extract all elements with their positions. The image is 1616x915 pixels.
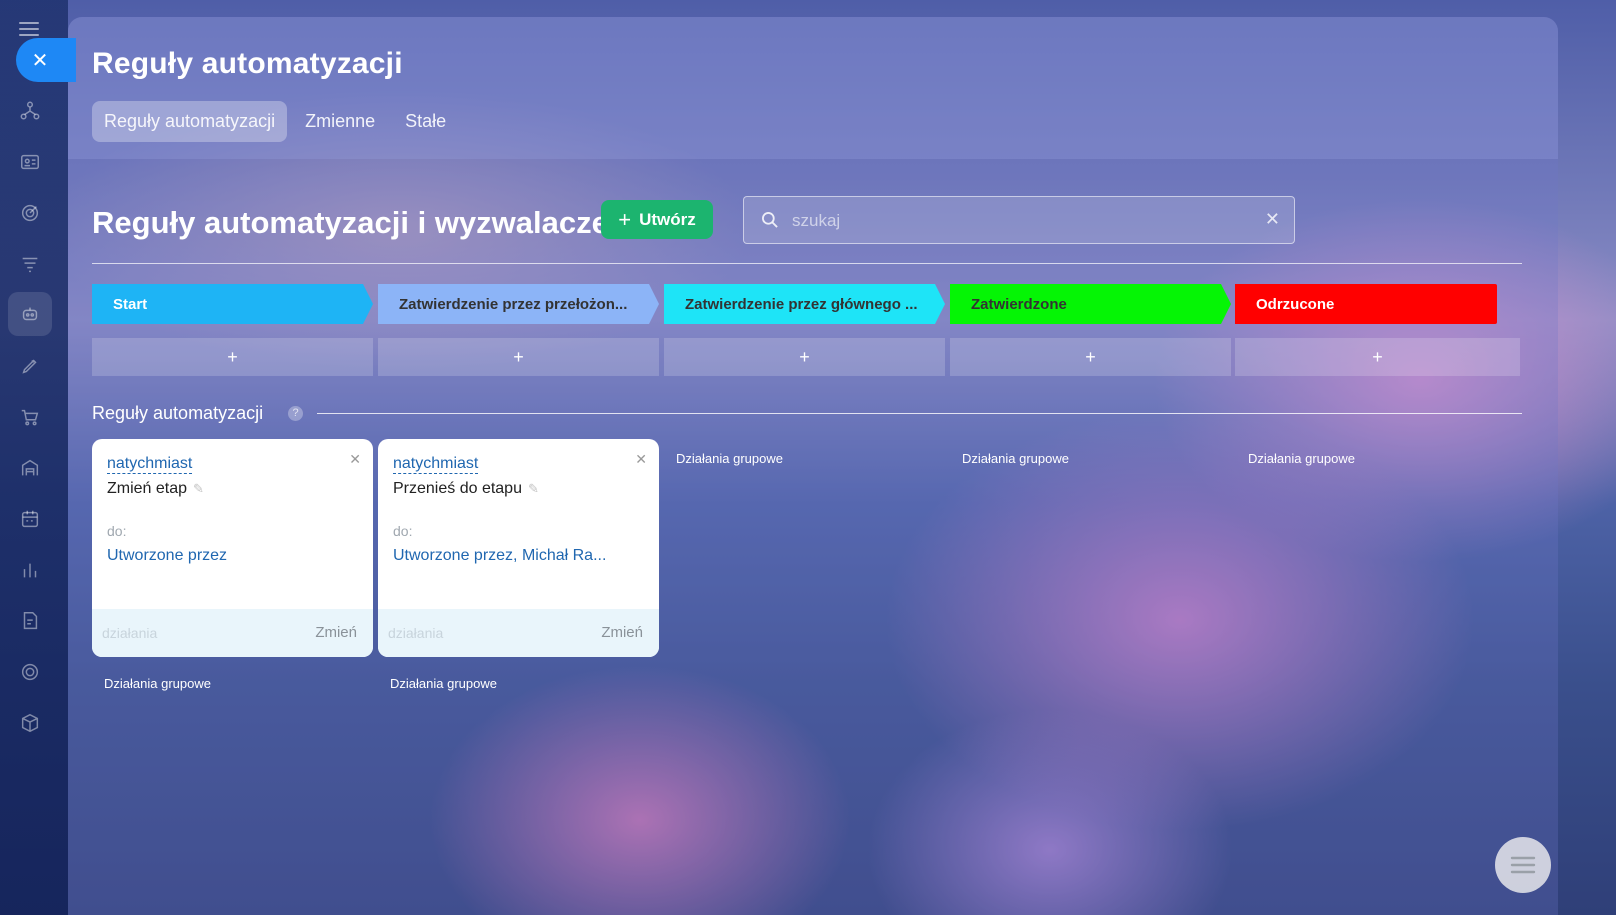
document-edit-icon[interactable] (14, 605, 46, 637)
group-actions-link[interactable]: Działania grupowe (676, 451, 783, 466)
pencil-icon[interactable]: ✎ (528, 481, 539, 496)
pencil-icon[interactable]: ✎ (193, 481, 204, 496)
search-input[interactable]: szukaj ✕ (743, 196, 1295, 244)
help-icon[interactable]: ? (288, 406, 303, 421)
tab-automation-rules[interactable]: Reguły automatyzacji (92, 101, 288, 142)
list-menu-button[interactable] (1495, 837, 1551, 893)
cart-icon[interactable] (14, 401, 46, 433)
group-actions-link[interactable]: Działania grupowe (962, 451, 1069, 466)
stage-chief-approval: Zatwierdzenie przez głównego ... (664, 284, 945, 324)
list-icon (1510, 856, 1536, 874)
search-icon (762, 212, 778, 228)
add-trigger-button[interactable]: + (92, 338, 373, 376)
rule-actions-label: działania (388, 625, 444, 641)
stage-start: Start (92, 284, 373, 324)
rule-trigger-link[interactable]: natychmiast (107, 455, 193, 474)
rule-action-name: Przenieś do etapu ✎ (393, 480, 539, 498)
rule-card[interactable]: natychmiast ✕ Przenieś do etapu ✎ do: Utw… (378, 439, 659, 657)
robot-icon[interactable] (8, 292, 52, 336)
bar-chart-icon[interactable] (14, 554, 46, 586)
left-sidebar (0, 0, 68, 915)
stage-rejected: Odrzucone (1235, 284, 1497, 324)
funnel-icon[interactable] (14, 248, 46, 280)
rule-action-label: Zmień etap (107, 480, 188, 497)
stage-supervisor-approval: Zatwierdzenie przez przełożon... (378, 284, 659, 324)
delete-rule-icon[interactable]: ✕ (635, 451, 647, 468)
calendar-icon[interactable] (14, 503, 46, 535)
rule-card[interactable]: natychmiast ✕ Zmień etap ✎ do: Utworzone … (92, 439, 373, 657)
rule-change-button[interactable]: Zmień (601, 624, 643, 641)
rule-to-label: do: (393, 523, 413, 539)
target-icon[interactable] (14, 197, 46, 229)
rule-trigger-link[interactable]: natychmiast (393, 455, 479, 474)
rule-to-value[interactable]: Utworzone przez (107, 547, 357, 565)
rule-action-name: Zmień etap ✎ (107, 480, 204, 498)
rule-actions-label: działania (102, 625, 158, 641)
menu-icon[interactable] (19, 22, 39, 36)
rule-card-footer: działania Zmień (378, 609, 659, 657)
clear-search-icon[interactable]: ✕ (1265, 209, 1280, 230)
panel-header: Reguły automatyzacji Reguły automatyzacj… (68, 17, 1558, 159)
create-button[interactable]: + Utwórz (601, 200, 713, 239)
circle-icon[interactable] (14, 656, 46, 688)
tabs: Reguły automatyzacji Zmienne Stałe (92, 101, 1534, 142)
workflow-icon[interactable] (14, 95, 46, 127)
rule-to-label: do: (107, 523, 127, 539)
box-icon[interactable] (14, 707, 46, 739)
page-title: Reguły automatyzacji (92, 47, 403, 80)
close-slider-button[interactable]: ✕ (16, 38, 76, 82)
plus-icon: + (618, 206, 632, 232)
contact-card-icon[interactable] (14, 146, 46, 178)
rules-title: Reguły automatyzacji (92, 403, 264, 423)
group-actions-link[interactable]: Działania grupowe (390, 676, 497, 691)
divider (317, 413, 1522, 414)
rule-action-label: Przenieś do etapu (393, 480, 522, 497)
rule-to-value[interactable]: Utworzone przez, Michał Ra... (393, 547, 643, 565)
add-trigger-button[interactable]: + (1235, 338, 1520, 376)
group-actions-link[interactable]: Działania grupowe (1248, 451, 1355, 466)
section-header: Reguły automatyzacji i wyzwalacze + Utwó… (92, 196, 1522, 264)
search-placeholder: szukaj (792, 211, 841, 230)
rules-header: Reguły automatyzacji ? (92, 403, 1522, 427)
group-actions-link[interactable]: Działania grupowe (104, 676, 211, 691)
add-trigger-button[interactable]: + (378, 338, 659, 376)
stage-approved: Zatwierdzone (950, 284, 1231, 324)
tab-variables[interactable]: Zmienne (293, 101, 387, 142)
rule-change-button[interactable]: Zmień (315, 624, 357, 641)
add-trigger-button[interactable]: + (950, 338, 1231, 376)
delete-rule-icon[interactable]: ✕ (349, 451, 361, 468)
rule-card-footer: działania Zmień (92, 609, 373, 657)
create-button-label: Utwórz (639, 209, 696, 229)
section-title: Reguły automatyzacji i wyzwalacze (92, 205, 609, 240)
pencil-icon[interactable] (14, 350, 46, 382)
warehouse-icon[interactable] (14, 452, 46, 484)
tab-constants[interactable]: Stałe (393, 101, 458, 142)
add-trigger-button[interactable]: + (664, 338, 945, 376)
